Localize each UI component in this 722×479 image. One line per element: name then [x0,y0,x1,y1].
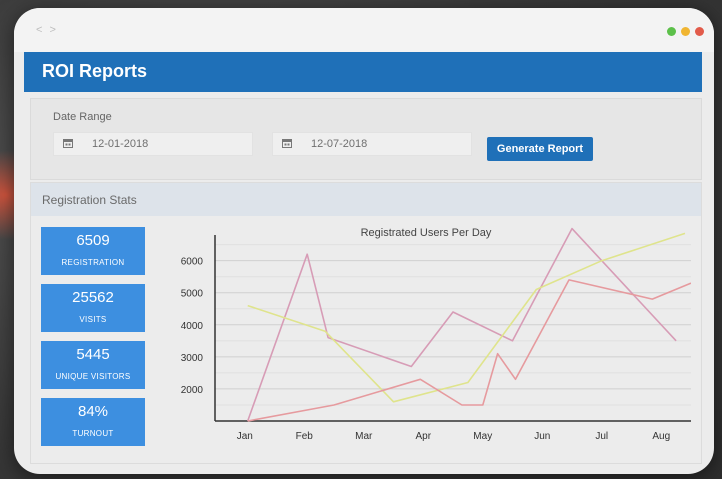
end-date-field[interactable]: 12-07-2018 [272,132,472,156]
date-range-label: Date Range [53,111,112,123]
page-title: ROI Reports [42,61,148,81]
start-date-field[interactable]: 12-01-2018 [53,132,253,156]
stat-card-registration: 6509 REGISTRATION [41,227,145,275]
x-tick-label: Jan [237,431,253,442]
minimize-dot-icon[interactable] [681,27,690,36]
maximize-dot-icon[interactable] [667,27,676,36]
registration-stats-panel: Registration Stats 6509 REGISTRATION 255… [30,182,702,464]
x-tick-label: May [473,431,492,442]
app-header: ROI Reports [24,52,702,92]
x-tick-label: Feb [296,431,314,442]
x-tick-label: Jul [595,431,608,442]
stat-card-visits: 25562 VISITS [41,284,145,332]
x-tick-label: Aug [652,431,670,442]
chart-title: Registrated Users Per Day [360,227,492,239]
close-dot-icon[interactable] [695,27,704,36]
calendar-icon [63,139,73,148]
filter-panel: Date Range 12-01-2018 12-07-2018 Generat… [30,98,702,180]
y-tick-label: 6000 [181,257,204,268]
x-tick-label: Apr [415,431,431,442]
calendar-icon [282,139,292,148]
end-date-value: 12-07-2018 [311,138,368,150]
generate-report-button[interactable]: Generate Report [487,137,593,161]
y-tick-label: 5000 [181,289,204,300]
browser-window: < > ROI Reports Date Range 12-01-2018 12… [14,8,714,474]
stat-card-turnout: 84% TURNOUT [41,398,145,446]
window-titlebar: < > [14,8,714,52]
line-chart: Registrated Users Per Day 6000 5000 4000 30… [161,227,692,457]
stats-header: Registration Stats [31,183,701,216]
stat-value: 5445 [76,346,110,363]
stat-value: 25562 [72,289,114,306]
stat-label: TURNOUT [72,429,114,438]
stat-label: UNIQUE VISITORS [55,372,131,381]
y-tick-label: 3000 [181,353,204,364]
chart-svg: 6000 5000 4000 3000 2000 Jan Feb Mar Apr May Jun Ju… [181,227,692,442]
stat-label: VISITS [79,315,107,324]
series-line-3 [247,279,692,422]
window-controls [667,27,704,36]
stat-value: 84% [77,403,109,420]
stat-card-unique-visitors: 5445 UNIQUE VISITORS [41,341,145,389]
x-tick-label: Jun [534,431,550,442]
nav-arrows-icon[interactable]: < > [36,24,58,36]
stat-value: 6509 [76,232,110,249]
stat-label: REGISTRATION [61,258,125,267]
start-date-value: 12-01-2018 [92,138,149,150]
y-tick-label: 2000 [181,385,204,396]
x-tick-label: Mar [355,431,373,442]
y-tick-label: 4000 [181,321,204,332]
stats-section-title: Registration Stats [42,193,137,207]
